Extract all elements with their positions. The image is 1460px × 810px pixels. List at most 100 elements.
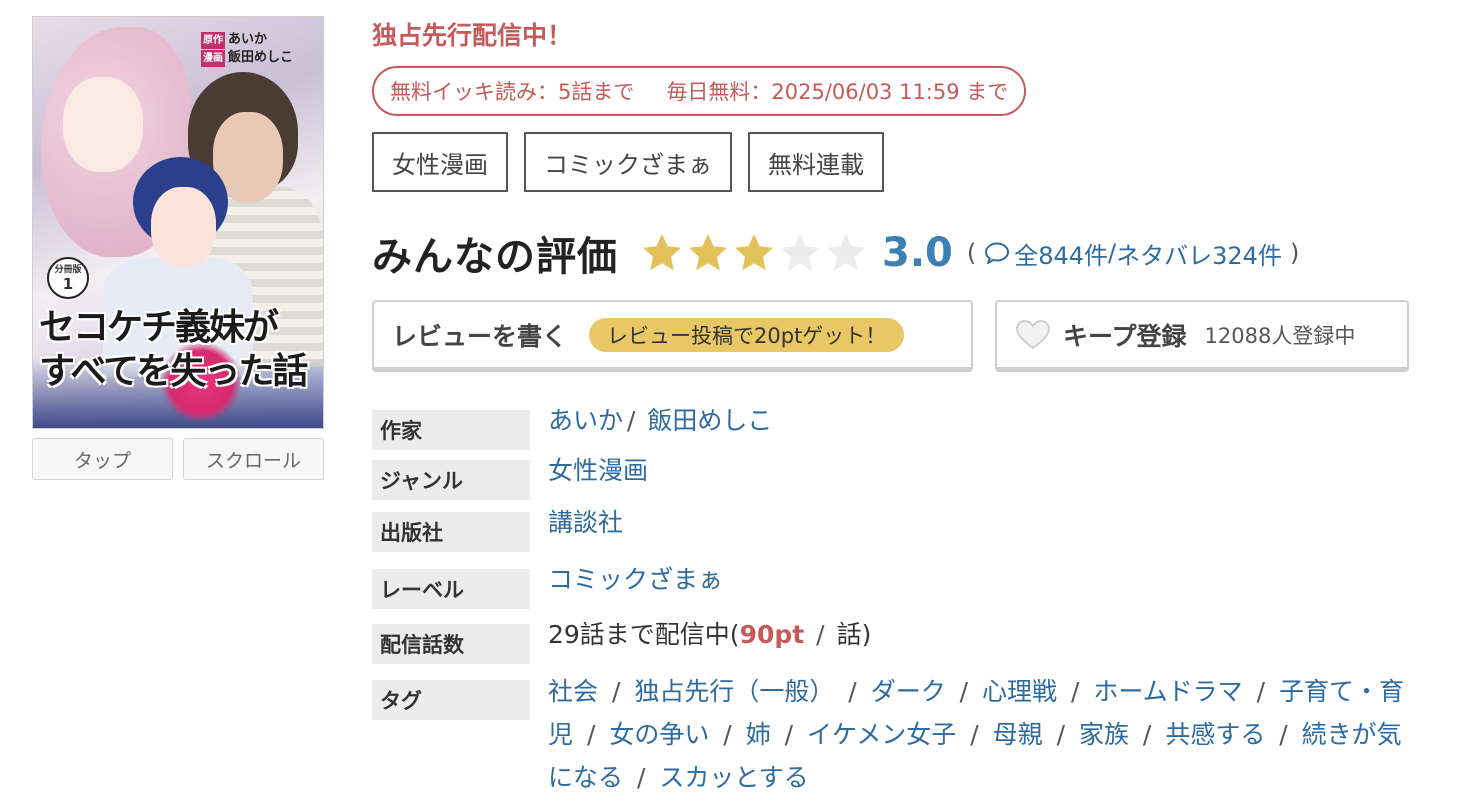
cover-art-face bbox=[151, 187, 216, 267]
tag-separator: / bbox=[579, 720, 604, 749]
cover-art-face bbox=[63, 77, 143, 172]
cover-volume-number: 1 bbox=[62, 275, 74, 293]
keep-label: キープ登録 bbox=[1063, 321, 1187, 351]
tag-link[interactable]: 家族 bbox=[1079, 720, 1129, 749]
meta-key-episodes: 配信話数 bbox=[372, 624, 530, 664]
meta-row-author: 作家 あいか / 飯田めしこ bbox=[372, 406, 1432, 460]
keep-count: 12088人登録中 bbox=[1204, 323, 1356, 348]
reviews-separator: / bbox=[1108, 239, 1117, 267]
tag-link[interactable]: イケメン女子 bbox=[807, 720, 956, 749]
tag-separator: / bbox=[1134, 720, 1160, 749]
tag-link[interactable]: ダーク bbox=[871, 677, 946, 706]
view-mode-buttons: タップ スクロール bbox=[32, 438, 324, 480]
author-separator: / bbox=[627, 406, 636, 435]
tap-view-button[interactable]: タップ bbox=[32, 438, 173, 480]
meta-key-genre: ジャンル bbox=[372, 460, 530, 500]
scroll-view-button[interactable]: スクロール bbox=[183, 438, 324, 480]
meta-val-tags: 社会 / 独占先行（一般） / ダーク / 心理戦 / ホームドラマ / 子育て… bbox=[548, 670, 1408, 799]
tag-separator: / bbox=[776, 720, 802, 749]
meta-key-label: レーベル bbox=[372, 569, 530, 609]
action-buttons: レビューを書く レビュー投稿で20ptゲット！ キープ登録 12088人登録中 bbox=[372, 300, 1432, 372]
chip-free-serial[interactable]: 無料連載 bbox=[748, 132, 884, 192]
tag-link[interactable]: 心理戦 bbox=[982, 677, 1057, 706]
tag-separator: / bbox=[840, 677, 865, 706]
episodes-separator: / bbox=[816, 620, 825, 649]
tag-separator: / bbox=[604, 677, 629, 706]
cover-credit-tag: 漫画 bbox=[201, 50, 225, 67]
cover-title-logo: セコケチ義妹が すべてを失った話 bbox=[39, 305, 321, 393]
cover-credit-tag: 原作 bbox=[201, 32, 225, 49]
cover-credit-name: あいか bbox=[228, 32, 268, 47]
meta-row-label: レーベル コミックざまぁ bbox=[372, 565, 1432, 624]
meta-row-tags: タグ 社会 / 独占先行（一般） / ダーク / 心理戦 / ホームドラマ / … bbox=[372, 677, 1432, 799]
meta-val-genre: 女性漫画 bbox=[548, 450, 648, 492]
daily-free-text: 毎日無料：2025/06/03 11:59 まで bbox=[666, 80, 1009, 104]
tag-link[interactable]: 共感する bbox=[1165, 720, 1265, 749]
keep-button[interactable]: キープ登録 12088人登録中 bbox=[995, 300, 1409, 372]
review-counts: ( 全844件 / ネタバレ324件 ) bbox=[967, 236, 1299, 271]
rating-row: みんなの評価 3.0 ( 全844件 / ネタバレ324件 ) bbox=[372, 226, 1432, 280]
meta-key-author: 作家 bbox=[372, 410, 530, 450]
chip-women-manga[interactable]: 女性漫画 bbox=[372, 132, 508, 192]
heart-icon bbox=[1015, 319, 1051, 349]
tag-link[interactable]: 独占先行（一般） bbox=[634, 677, 834, 706]
free-binge-text: 無料イッキ読み：5話まで bbox=[390, 80, 635, 104]
tag-separator: / bbox=[629, 763, 654, 792]
metadata-table: 作家 あいか / 飯田めしこ ジャンル 女性漫画 出版社 講談社 レーベル コミッ… bbox=[372, 406, 1432, 799]
close-paren: ) bbox=[1289, 239, 1300, 267]
cover-credit-name: 飯田めしこ bbox=[228, 50, 294, 65]
meta-key-tags: タグ bbox=[372, 680, 530, 720]
meta-key-publisher: 出版社 bbox=[372, 512, 530, 552]
cover-image[interactable]: 原作 あいか 漫画 飯田めしこ 分冊版 1 セコケチ義妹が すべてを失った話 bbox=[32, 16, 324, 429]
chip-comic-zamaa[interactable]: コミックざまぁ bbox=[524, 132, 732, 192]
all-reviews-link[interactable]: 全844件 / ネタバレ324件 bbox=[984, 236, 1282, 271]
author-link[interactable]: 飯田めしこ bbox=[647, 406, 772, 435]
star-empty-icon bbox=[781, 234, 819, 271]
meta-val-label: コミックざまぁ bbox=[548, 559, 723, 601]
meta-val-publisher: 講談社 bbox=[548, 502, 623, 544]
open-paren: ( bbox=[966, 239, 977, 267]
rating-score: 3.0 bbox=[882, 230, 953, 276]
tag-link[interactable]: ホームドラマ bbox=[1093, 677, 1242, 706]
cover-credits: 原作 あいか 漫画 飯田めしこ bbox=[201, 31, 293, 67]
meta-row-genre: ジャンル 女性漫画 bbox=[372, 456, 1432, 512]
tag-link[interactable]: 母親 bbox=[993, 720, 1043, 749]
rating-label: みんなの評価 bbox=[372, 234, 618, 280]
tag-separator: / bbox=[951, 677, 977, 706]
tag-link[interactable]: スカッとする bbox=[659, 763, 808, 792]
publisher-link[interactable]: 講談社 bbox=[548, 508, 623, 537]
episodes-suffix: 話) bbox=[836, 620, 872, 649]
tag-separator: / bbox=[1248, 677, 1273, 706]
review-bonus-badge: レビュー投稿で20ptゲット！ bbox=[589, 317, 905, 352]
meta-val-episodes: 29話まで配信中(90pt / 話) bbox=[548, 614, 871, 656]
episodes-price: 90pt bbox=[739, 620, 805, 649]
star-filled-icon bbox=[689, 234, 727, 271]
episodes-prefix: 29話まで配信中( bbox=[548, 620, 740, 649]
label-link[interactable]: コミックざまぁ bbox=[548, 565, 723, 594]
author-link[interactable]: あいか bbox=[548, 406, 623, 435]
free-campaign-pill: 無料イッキ読み：5話まで 毎日無料：2025/06/03 11:59 まで bbox=[372, 66, 1027, 116]
tag-link[interactable]: 姉 bbox=[746, 720, 771, 749]
tag-separator: / bbox=[1271, 720, 1296, 749]
tag-link[interactable]: 社会 bbox=[548, 677, 598, 706]
tag-separator: / bbox=[715, 720, 740, 749]
star-empty-icon bbox=[827, 234, 865, 271]
category-chips: 女性漫画 コミックざまぁ 無料連載 bbox=[372, 132, 1432, 192]
cover-title-line: セコケチ義妹が bbox=[39, 306, 279, 348]
work-info: 独占先行配信中！ 無料イッキ読み：5話まで 毎日無料：2025/06/03 11… bbox=[372, 18, 1432, 799]
all-reviews-count: 全844件 bbox=[1014, 241, 1109, 270]
write-review-button[interactable]: レビューを書く レビュー投稿で20ptゲット！ bbox=[372, 300, 973, 372]
meta-row-publisher: 出版社 講談社 bbox=[372, 508, 1432, 569]
tag-separator: / bbox=[962, 720, 987, 749]
tag-separator: / bbox=[1063, 677, 1088, 706]
cover-volume-badge: 分冊版 1 bbox=[47, 257, 89, 299]
write-review-label: レビューを書く bbox=[392, 321, 568, 351]
tag-link[interactable]: 女の争い bbox=[609, 720, 709, 749]
meta-val-author: あいか / 飯田めしこ bbox=[548, 400, 772, 442]
exclusive-headline: 独占先行配信中！ bbox=[372, 21, 573, 50]
spoiler-reviews-count: ネタバレ324件 bbox=[1116, 241, 1282, 270]
tag-separator: / bbox=[1048, 720, 1073, 749]
star-filled-icon bbox=[735, 234, 773, 271]
genre-link[interactable]: 女性漫画 bbox=[548, 456, 648, 485]
rating-stars bbox=[640, 231, 868, 275]
